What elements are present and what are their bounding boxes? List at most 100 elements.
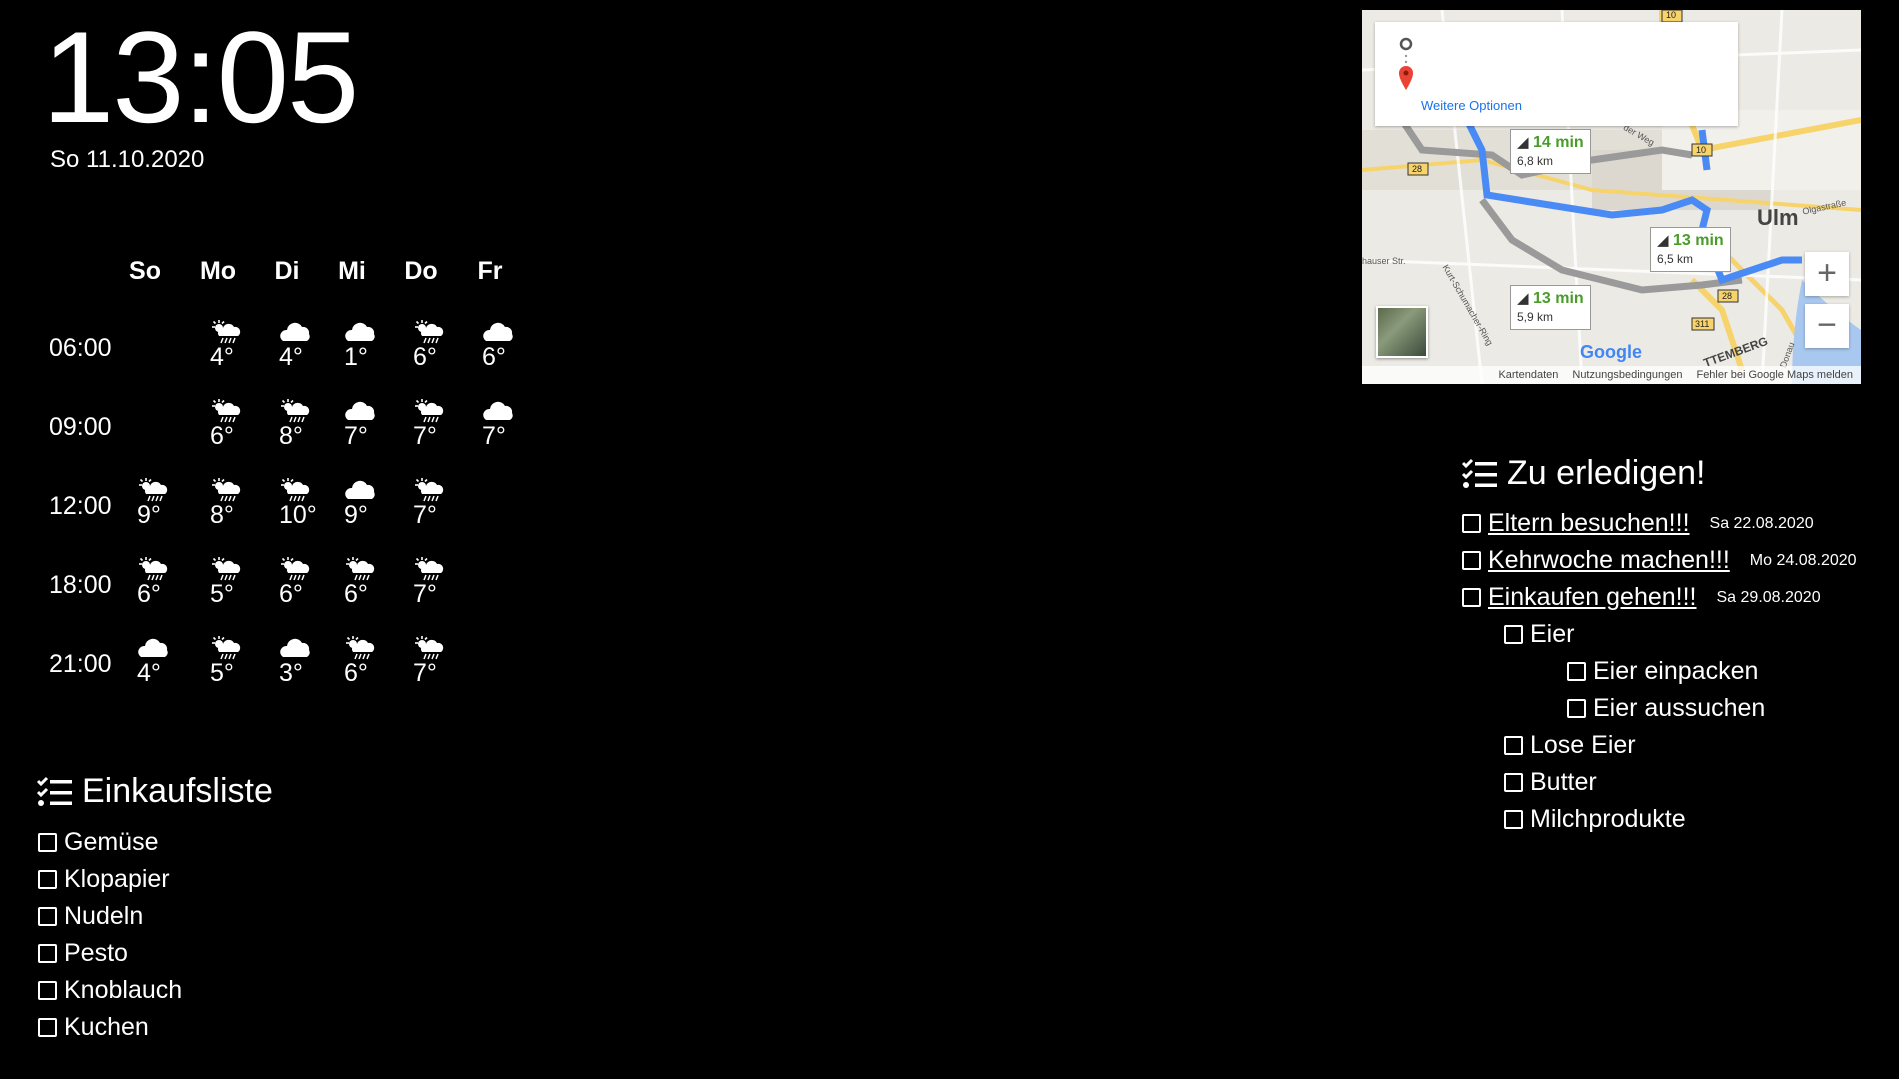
todo-item[interactable]: Kehrwoche machen!!! Mo 24.08.2020 [1462,546,1857,575]
todo-item-label[interactable]: Kehrwoche machen!!! [1488,546,1730,575]
report-error-link[interactable]: Fehler bei Google Maps melden [1696,369,1853,381]
map-footer: Kartendaten Nutzungsbedingungen Fehler b… [1362,366,1861,384]
weather-cell: 7° [482,398,526,449]
checkbox[interactable] [1567,699,1586,718]
checkbox[interactable] [1462,588,1481,607]
weather-cell: 5° [210,635,254,687]
weather-cell: 4° [137,635,181,687]
checkbox[interactable] [38,1018,57,1037]
route-badge[interactable]: ◢ 14 min 6,8 km [1510,129,1591,174]
todo-item[interactable]: Eier aussuchen [1567,694,1765,723]
weather-temp: 4° [210,343,234,371]
todo-item[interactable]: Eier [1504,620,1574,649]
todo-item[interactable]: Lose Eier [1504,731,1636,760]
road-label: 28 [1722,291,1733,301]
weather-temp: 7° [413,422,437,450]
sun-rain-icon [344,635,388,661]
directions-panel[interactable]: Weitere Optionen [1375,22,1738,126]
checkbox[interactable] [38,981,57,1000]
sun-rain-icon [210,635,254,661]
weather-temp: 5° [210,659,234,687]
route-distance: 5,9 km [1517,310,1554,324]
weather-cell: 1° [344,319,388,371]
city-label: Ulm [1757,205,1799,230]
checkbox[interactable] [1504,736,1523,755]
shopping-item-label: Knoblauch [64,976,183,1004]
weather-temp: 4° [137,659,161,687]
todo-item-label: Lose Eier [1530,731,1636,759]
satellite-toggle[interactable] [1376,306,1428,358]
weather-cell: 6° [413,319,457,371]
cloud-icon [279,635,323,661]
checkbox[interactable] [1462,551,1481,570]
shopping-item-label: Klopapier [64,865,170,893]
shopping-item-label: Kuchen [64,1013,149,1041]
todo-item-label[interactable]: Eltern besuchen!!! [1488,509,1690,538]
todo-item[interactable]: Milchprodukte [1504,805,1686,834]
shopping-list-title: Einkaufsliste [82,772,273,810]
shopping-item[interactable]: Gemüse [38,828,158,857]
road-label: 28 [1412,164,1423,174]
weather-cell: 10° [279,477,323,528]
shopping-item[interactable]: Nudeln [38,902,143,931]
checkbox[interactable] [1462,514,1481,533]
zoom-in-button[interactable]: + [1805,252,1849,296]
checkbox[interactable] [38,870,57,889]
todo-item[interactable]: Einkaufen gehen!!! Sa 29.08.2020 [1462,583,1821,612]
weather-temp: 6° [413,343,437,371]
weather-temp: 6° [137,580,161,608]
todo-item-label: Eier aussuchen [1593,694,1766,722]
weather-cell: 4° [210,319,254,371]
weather-temp: 6° [482,343,506,371]
weather-time-label: 21:00 [49,650,112,678]
todo-item-label: Eier einpacken [1593,657,1759,685]
shopping-item[interactable]: Knoblauch [38,976,182,1005]
checkbox[interactable] [1567,662,1586,681]
route-map[interactable]: 10 28 10 28 311 Ulm TTEMBERG Olgastraße … [1362,10,1861,384]
shopping-item[interactable]: Klopapier [38,865,170,894]
sun-rain-icon [413,556,457,582]
route-time: 14 min [1533,134,1584,151]
shopping-item[interactable]: Pesto [38,939,128,968]
todo-item[interactable]: Butter [1504,768,1597,797]
weather-day-header: Fr [477,257,503,285]
route-badge[interactable]: ◢ 13 min 6,5 km [1650,227,1731,272]
weather-cell: 8° [279,398,323,449]
todo-item[interactable]: Eltern besuchen!!! Sa 22.08.2020 [1462,509,1814,538]
sun-rain-icon [413,635,457,661]
todo-item-label: Milchprodukte [1530,805,1686,833]
todo-item[interactable]: Eier einpacken [1567,657,1758,686]
weather-cell: 9° [137,477,181,529]
weather-day-header: Mo [199,257,237,285]
checkbox[interactable] [1504,810,1523,829]
road-label: 10 [1666,10,1677,20]
sun-rain-icon [210,556,254,582]
zoom-out-button[interactable]: − [1805,304,1849,348]
more-options-link[interactable]: Weitere Optionen [1421,98,1522,113]
checkbox[interactable] [38,907,57,926]
google-logo: Google [1580,342,1642,362]
weather-temp: 7° [344,422,368,450]
weather-temp: 1° [344,343,368,371]
weather-cell: 7° [413,635,457,687]
terms-link[interactable]: Nutzungsbedingungen [1572,369,1682,381]
checkbox[interactable] [1504,625,1523,644]
route-time: 13 min [1533,290,1584,307]
weather-temp: 7° [413,659,437,687]
weather-temp: 9° [137,501,161,529]
shopping-item-label: Pesto [64,939,128,967]
cloud-icon [344,477,388,503]
sun-rain-icon [413,319,457,345]
checkbox[interactable] [38,944,57,963]
route-badge[interactable]: ◢ 13 min 5,9 km [1510,285,1591,330]
cloud-icon [344,398,388,424]
sun-rain-icon [344,556,388,582]
weather-time-label: 06:00 [49,334,112,362]
shopping-item[interactable]: Kuchen [38,1013,149,1042]
map-data-link[interactable]: Kartendaten [1498,369,1558,381]
checkbox[interactable] [38,833,57,852]
weather-cell: 6° [482,319,526,371]
checkbox[interactable] [1504,773,1523,792]
todo-item-label[interactable]: Einkaufen gehen!!! [1488,583,1697,612]
weather-temp: 5° [210,580,234,608]
